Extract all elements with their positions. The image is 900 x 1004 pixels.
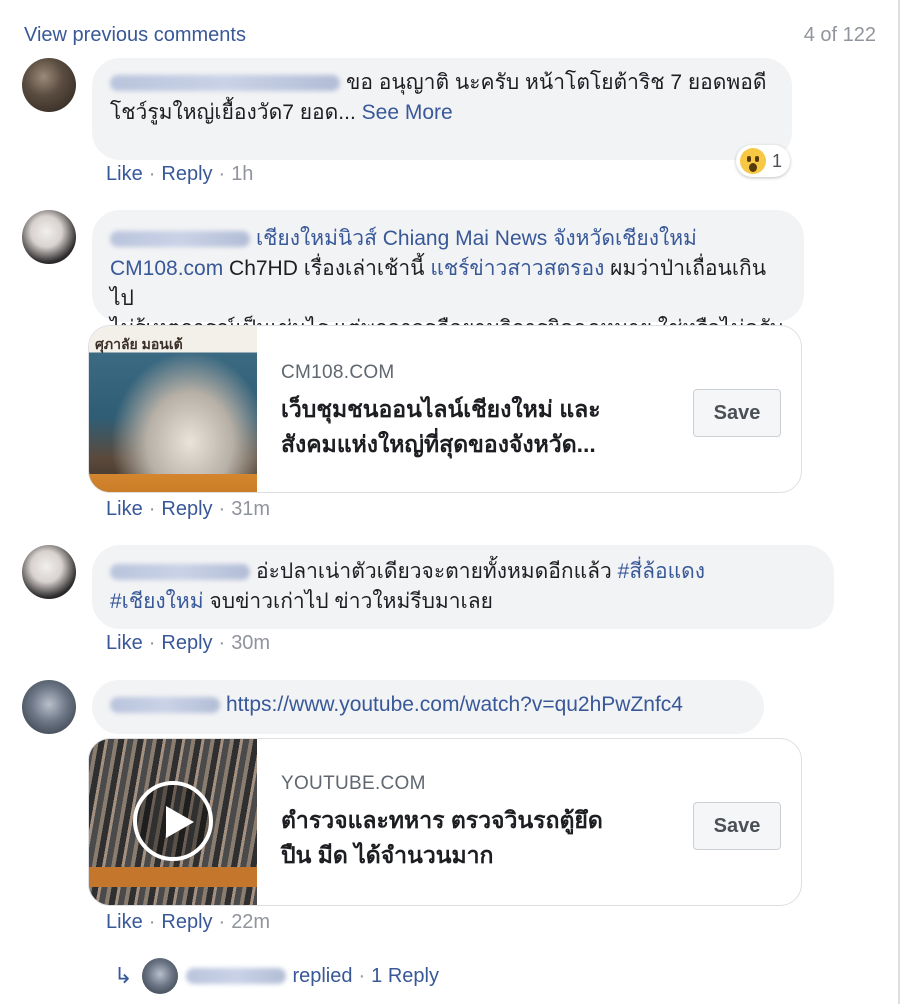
- reaction-count: 1: [772, 150, 783, 171]
- like-button[interactable]: Like: [106, 911, 143, 933]
- like-button[interactable]: Like: [106, 632, 143, 654]
- link-thumbnail: ศุภาลัย มอนเต้: [89, 326, 257, 492]
- reaction-summary[interactable]: 1: [736, 145, 791, 177]
- comment-text: โชว์รูมใหญ่เยื้องวัด7 ยอด...: [110, 101, 356, 124]
- hashtag-link[interactable]: #สี่ล้อแดง: [618, 560, 705, 583]
- comment-bubble: เชียงใหม่นิวส์ Chiang Mai News จังหวัดเช…: [92, 210, 804, 340]
- replied-text: replied: [292, 964, 353, 987]
- video-preview-card[interactable]: YOUTUBE.COM ตำรวจและทหาร ตรวจวินรถตู้ยึด…: [88, 738, 802, 906]
- comment-count: 4 of 122: [803, 24, 876, 46]
- author-name: [186, 968, 287, 984]
- avatar[interactable]: [22, 58, 76, 112]
- reply-count[interactable]: 1 Reply: [371, 965, 439, 988]
- avatar[interactable]: [22, 680, 76, 734]
- avatar: [142, 958, 179, 994]
- comment-text: ขอ อนุญาติ นะครับ หน้าโตโยต้าริช 7 ยอดพอ…: [346, 71, 767, 94]
- wow-reaction-icon: [740, 148, 766, 174]
- author-name[interactable]: [110, 231, 250, 248]
- like-button[interactable]: Like: [106, 163, 143, 185]
- comment-bubble: อ่ะปลาเน่าตัวเดียวจะตายทั้งหมดอีกแล้ว #ส…: [92, 545, 834, 629]
- comment-text: จบข่าวเก่าไป ข่าวใหม่รีบมาเลย: [203, 590, 493, 613]
- view-previous-comments-link[interactable]: View previous comments: [24, 24, 246, 47]
- link-preview-card[interactable]: ศุภาลัย มอนเต้ CM108.COM เว็บชุมชนออนไลน…: [88, 325, 802, 493]
- save-button[interactable]: Save: [693, 802, 781, 850]
- link-domain: YOUTUBE.COM: [281, 773, 426, 794]
- hashtag-link[interactable]: #เชียงใหม่: [110, 590, 204, 613]
- link-title[interactable]: เว็บชุมชนออนไลน์เชียงใหม่ และ สังคมแห่งให…: [281, 392, 601, 462]
- comment-text: Ch7HD เรื่องเล่าเช้านี้: [223, 257, 431, 280]
- author-name[interactable]: [110, 564, 250, 581]
- comment-bubble: https://www.youtube.com/watch?v=qu2hPwZn…: [92, 680, 764, 734]
- avatar[interactable]: [22, 210, 76, 264]
- author-name[interactable]: [110, 697, 220, 714]
- reply-button[interactable]: Reply: [161, 498, 212, 520]
- timestamp[interactable]: 30m: [231, 632, 270, 654]
- timestamp[interactable]: 31m: [231, 498, 270, 520]
- link-title[interactable]: ตำรวจและทหาร ตรวจวินรถตู้ยึด ปืน มีด ได้จ…: [281, 803, 603, 873]
- timestamp[interactable]: 22m: [231, 911, 270, 933]
- comment-actions: Like · Reply · 22m: [106, 911, 271, 933]
- view-replies-link[interactable]: ↳ replied · 1 Reply: [114, 958, 439, 994]
- play-icon[interactable]: [133, 781, 213, 861]
- comment-actions: Like · Reply · 31m: [106, 498, 271, 520]
- video-thumbnail: [89, 739, 257, 905]
- timestamp[interactable]: 1h: [231, 163, 253, 185]
- comment-actions: Like · Reply · 30m: [106, 632, 271, 654]
- comment-actions: Like · Reply · 1h: [106, 163, 254, 185]
- avatar[interactable]: [22, 545, 76, 599]
- see-more-link[interactable]: See More: [362, 101, 453, 124]
- reply-button[interactable]: Reply: [161, 163, 212, 185]
- link-domain: CM108.COM: [281, 362, 395, 383]
- author-name[interactable]: [110, 75, 340, 92]
- reply-button[interactable]: Reply: [161, 911, 212, 933]
- page-tag-link[interactable]: เชียงใหม่นิวส์ Chiang Mai News จังหวัดเช…: [256, 227, 697, 250]
- save-button[interactable]: Save: [693, 389, 781, 437]
- url-link[interactable]: https://www.youtube.com/watch?v=qu2hPwZn…: [226, 693, 683, 716]
- page-tag-link[interactable]: แชร์ข่าวสาวสตรอง: [430, 257, 604, 280]
- reply-button[interactable]: Reply: [161, 632, 212, 654]
- comment-text: อ่ะปลาเน่าตัวเดียวจะตายทั้งหมดอีกแล้ว: [256, 560, 618, 583]
- comment-bubble: ขอ อนุญาติ นะครับ หน้าโตโยต้าริช 7 ยอดพอ…: [92, 58, 792, 160]
- page-tag-link[interactable]: CM108.com: [110, 257, 223, 280]
- comments-header: View previous comments 4 of 122: [24, 24, 876, 50]
- thumbnail-text: ศุภาลัย มอนเต้: [95, 336, 183, 352]
- separator-dot: ·: [358, 964, 366, 987]
- reply-arrow-icon: ↳: [114, 963, 133, 988]
- like-button[interactable]: Like: [106, 498, 143, 520]
